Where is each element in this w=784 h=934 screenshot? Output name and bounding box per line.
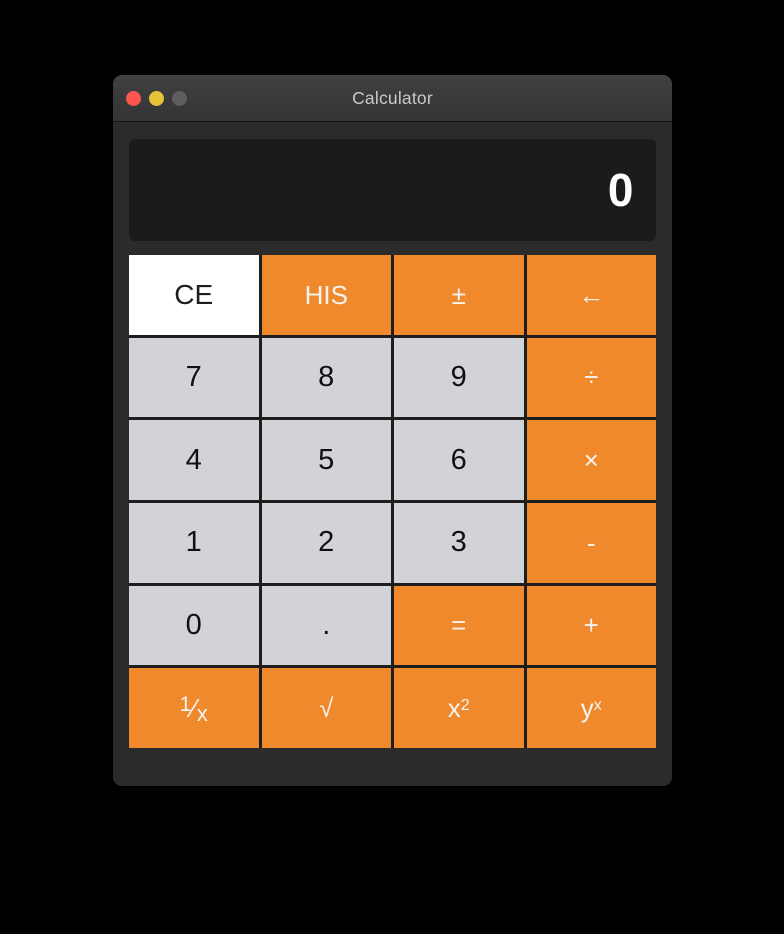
key-divide[interactable]: ÷	[526, 337, 656, 418]
key-multiply[interactable]: ×	[526, 420, 656, 500]
key-decimal[interactable]: .	[261, 585, 391, 666]
key-sign-toggle[interactable]: ±	[394, 255, 524, 335]
key-digit-3[interactable]: 3	[394, 502, 524, 583]
key-digit-2[interactable]: 2	[261, 502, 391, 583]
key-digit-7[interactable]: 7	[129, 337, 259, 418]
key-digit-0[interactable]: 0	[129, 585, 259, 666]
display-value: 0	[607, 164, 634, 216]
zoom-button-icon	[172, 90, 187, 106]
key-digit-6[interactable]: 6	[394, 420, 524, 500]
screen: Calculator 0 CE HIS ± ← 7 8 9 ÷ 4 5 6 × 1 2 3- 0. = +1 ⁄ x √…	[0, 0, 784, 934]
key-reciprocal[interactable]: 1 ⁄ x	[129, 668, 259, 748]
close-button-icon[interactable]	[126, 90, 141, 106]
key-backspace[interactable]: ←	[526, 255, 656, 335]
key-digit-9[interactable]: 9	[394, 337, 524, 418]
window-body: 0 CE HIS ± ← 7 8 9 ÷ 4 5 6 × 1 2 3- 0. = +1 ⁄ x √ x 2 y x	[113, 122, 672, 786]
key-subtract[interactable]: -	[526, 502, 656, 583]
key-clear-entry[interactable]: CE	[129, 255, 259, 335]
key-history[interactable]: HIS	[261, 255, 391, 335]
key-square[interactable]: x2	[394, 668, 524, 748]
key-digit-4[interactable]: 4	[129, 420, 259, 500]
key-square-root[interactable]: √	[261, 668, 391, 748]
key-power[interactable]: yx	[526, 668, 656, 748]
key-digit-5[interactable]: 5	[261, 420, 391, 500]
calculator-window: Calculator 0 CE HIS ± ← 7 8 9 ÷ 4 5 6 × 1 2 3- 0. = +1 ⁄ x √…	[113, 75, 672, 786]
minimize-button-icon[interactable]	[149, 90, 164, 106]
key-add[interactable]: +	[526, 585, 656, 666]
keypad: CE HIS ± ← 7 8 9 ÷ 4 5 6 × 1 2 3- 0. = +1 ⁄ x √ x 2 y x	[129, 255, 656, 748]
key-digit-1[interactable]: 1	[129, 502, 259, 583]
key-equals[interactable]: =	[394, 585, 524, 666]
window-title: Calculator	[352, 87, 433, 108]
key-digit-8[interactable]: 8	[261, 337, 391, 418]
window-titlebar[interactable]: Calculator	[113, 75, 672, 122]
calculator-display: 0	[129, 139, 656, 241]
traffic-lights	[126, 75, 187, 121]
